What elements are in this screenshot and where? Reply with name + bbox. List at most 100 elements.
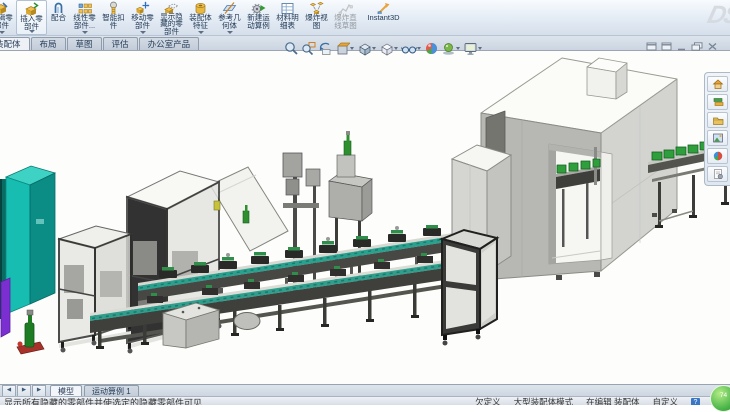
mate-button[interactable]: 配合 (47, 0, 70, 35)
hide-show-items-icon (401, 41, 417, 56)
task-pane-strip (704, 72, 730, 186)
tab-sketch[interactable]: 草图 (67, 37, 102, 50)
custom-properties-icon (712, 168, 724, 180)
view-settings-button[interactable] (462, 40, 484, 56)
dropdown-arrow-icon[interactable] (372, 47, 376, 50)
command-manager-ribbon: 编辑零 部件 插入零 部件 配合 线性零 部件... 智能扣 件 移动零 部件 … (0, 0, 730, 36)
zoom-to-fit-button[interactable] (283, 40, 300, 56)
bill-of-materials-label: 材料明 细表 (276, 14, 299, 29)
display-style-button[interactable] (378, 40, 400, 56)
custom-properties-button[interactable] (707, 166, 728, 182)
status-bar: 显示所有隐藏的零部件并使选定的隐藏零部件可见 欠定义 大型装配体模式 在编辑 装… (0, 396, 730, 405)
zoom-to-area-icon (301, 41, 316, 56)
assembly-features-button[interactable]: 装配体 特征 (186, 0, 215, 35)
new-motion-study-button[interactable]: 新建运 动算例 (244, 0, 273, 35)
linear-component-pattern-button[interactable]: 线性零 部件... (70, 0, 99, 35)
model-dark-cabinet[interactable] (442, 230, 497, 346)
insert-components-label: 插入零 部件 (20, 15, 43, 30)
solidworks-window: { "brand": {"logo": "DS"}, "ribbon": { "… (0, 0, 730, 405)
heads-up-view-toolbar (283, 40, 484, 56)
view-palette-icon (712, 132, 724, 144)
tab-office-products[interactable]: 办公室产品 (139, 37, 200, 50)
dropdown-arrow-icon[interactable] (82, 31, 88, 34)
graphics-area[interactable] (0, 51, 730, 385)
edit-appearance-button[interactable] (423, 40, 440, 56)
instant3d-button[interactable]: Instant3D (360, 0, 407, 35)
smart-fasteners-label: 智能扣 件 (102, 14, 125, 29)
model-incline-cover[interactable] (210, 167, 288, 251)
previous-view-icon (318, 41, 333, 56)
new-motion-study-label: 新建运 动算例 (247, 14, 270, 29)
view-palette-button[interactable] (707, 130, 728, 146)
dropdown-arrow-icon[interactable] (417, 47, 421, 50)
section-view-icon (335, 41, 350, 56)
section-view-button[interactable] (334, 40, 356, 56)
status-custom[interactable]: 自定义 (652, 397, 678, 405)
dropdown-arrow-icon[interactable] (198, 31, 204, 34)
show-hidden-components-button[interactable]: 显示隐 藏的零 部件 (157, 0, 186, 35)
appearances-scenes-icon (712, 150, 724, 162)
tab-evaluate[interactable]: 评估 (103, 37, 138, 50)
linear-pattern-label: 线性零 部件... (73, 14, 96, 29)
exploded-view-label: 爆炸视 图 (305, 14, 328, 29)
insert-components-button[interactable]: 插入零 部件 (16, 0, 47, 35)
hide-show-items-button[interactable] (400, 40, 423, 56)
dropdown-arrow-icon[interactable] (456, 47, 460, 50)
move-component-label: 移动零 部件 (131, 14, 154, 29)
dropdown-arrow-icon[interactable] (227, 31, 233, 34)
notification-badge[interactable]: 74 (710, 385, 730, 412)
file-explorer-button[interactable] (707, 112, 728, 128)
dropdown-arrow-icon[interactable] (0, 31, 5, 34)
appearances-scenes-button[interactable] (707, 148, 728, 164)
design-library-button[interactable] (707, 94, 728, 110)
view-orientation-button[interactable] (356, 40, 378, 56)
explode-line-sketch-button[interactable]: 爆炸直 线草图 (331, 0, 360, 35)
edit-component-label: 编辑零 部件 (0, 14, 13, 29)
status-large-assembly-mode: 大型装配体模式 (514, 397, 574, 405)
window-icon[interactable] (661, 42, 672, 51)
smart-fasteners-button[interactable]: 智能扣 件 (99, 0, 128, 35)
model-bottle-part[interactable] (17, 310, 44, 354)
display-style-icon (379, 41, 394, 56)
close-icon[interactable] (707, 42, 718, 51)
previous-view-button[interactable] (317, 40, 334, 56)
help-icon[interactable]: ? (691, 398, 700, 405)
document-window-controls (646, 42, 718, 51)
status-right-items: 欠定义 大型装配体模式 在编辑 装配体 自定义 ? (475, 397, 700, 405)
model-roof-cube[interactable] (587, 58, 627, 99)
solidworks-resources-button[interactable] (707, 76, 728, 92)
status-message: 显示所有隐藏的零部件并使选定的隐藏零部件可见 (4, 397, 202, 405)
assembly-model[interactable] (0, 51, 730, 385)
explode-line-sketch-label: 爆炸直 线草图 (334, 14, 357, 29)
move-component-button[interactable]: 移动零 部件 (128, 0, 157, 35)
model-purple-strip[interactable] (1, 278, 10, 337)
zoom-to-fit-icon (284, 41, 299, 56)
model-motor-drum[interactable] (234, 313, 260, 330)
tab-layout[interactable]: 布局 (31, 37, 66, 50)
cascade-windows-icon[interactable] (691, 42, 703, 51)
window-icon[interactable] (646, 42, 657, 51)
view-orientation-icon (357, 41, 372, 56)
assembly-features-label: 装配体 特征 (189, 14, 212, 29)
model-station-a[interactable] (59, 226, 131, 353)
tab-assembly[interactable]: 装配体 (0, 37, 30, 50)
dropdown-arrow-icon[interactable] (478, 47, 482, 50)
edit-component-button[interactable]: 编辑零 部件 (0, 0, 16, 35)
reference-geometry-label: 参考几 何体 (218, 14, 241, 29)
dropdown-arrow-icon[interactable] (29, 30, 35, 33)
status-under-defined: 欠定义 (475, 397, 501, 405)
file-explorer-icon (712, 114, 724, 126)
apply-scene-button[interactable] (440, 40, 462, 56)
dropdown-arrow-icon[interactable] (350, 47, 354, 50)
reference-geometry-button[interactable]: 参考几 何体 (215, 0, 244, 35)
minimize-icon[interactable] (676, 42, 687, 51)
zoom-to-area-button[interactable] (300, 40, 317, 56)
status-editing-assembly: 在编辑 装配体 (586, 397, 639, 405)
dropdown-arrow-icon[interactable] (140, 31, 146, 34)
bill-of-materials-button[interactable]: 材料明 细表 (273, 0, 302, 35)
view-settings-icon (463, 41, 478, 56)
edit-appearance-icon (424, 41, 439, 56)
dropdown-arrow-icon[interactable] (394, 47, 398, 50)
exploded-view-button[interactable]: 爆炸视 图 (302, 0, 331, 35)
show-hidden-components-label: 显示隐 藏的零 部件 (160, 13, 183, 36)
